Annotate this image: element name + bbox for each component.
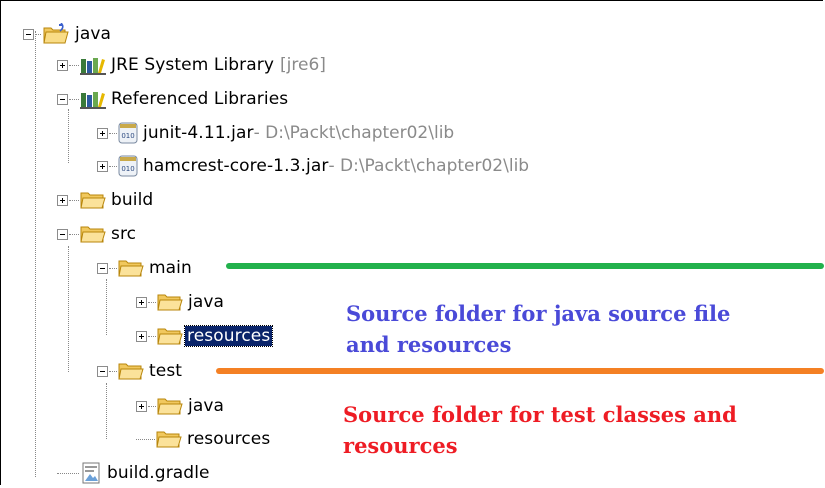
tree-node-project-java[interactable]: java <box>23 19 111 49</box>
tree-guide-line <box>35 31 36 477</box>
tree-connector <box>136 438 155 440</box>
main-source-annotation: Source folder for java source file and r… <box>346 298 730 360</box>
tree-connector <box>69 199 79 201</box>
tree-connector <box>148 405 156 407</box>
node-label: src <box>111 224 137 244</box>
tree-connector <box>109 370 117 372</box>
jre-version-suffix: [jre6] <box>280 55 326 75</box>
tree-connector <box>148 335 156 337</box>
expand-toggle[interactable] <box>97 160 108 172</box>
tree-connector <box>35 33 41 35</box>
annotation-line: resources <box>343 433 458 458</box>
tree-connector <box>109 267 117 269</box>
tree-connector <box>109 165 117 167</box>
jar-path: - D:\Packt\chapter02\lib <box>328 156 530 176</box>
tree-node-referenced-libraries[interactable]: Referenced Libraries <box>57 84 288 114</box>
library-icon <box>80 92 106 109</box>
tree-node-junit-jar[interactable]: 010 junit-4.11.jar - D:\Packt\chapter02\… <box>97 118 454 148</box>
node-label: java <box>188 396 225 416</box>
node-label: Referenced Libraries <box>111 89 289 109</box>
node-label: hamcrest-core-1.3.jar <box>143 156 329 176</box>
gradle-file-icon <box>82 462 100 484</box>
tree-connector <box>148 301 156 303</box>
expand-toggle[interactable] <box>136 296 147 308</box>
jar-icon: 010 <box>118 155 138 177</box>
node-label: java <box>75 24 112 44</box>
jar-path: - D:\Packt\chapter02\lib <box>253 123 455 143</box>
tree-guide-line <box>68 109 69 163</box>
node-label-selected: resources <box>183 325 274 347</box>
expand-toggle[interactable] <box>136 330 147 342</box>
expand-toggle[interactable] <box>57 194 68 206</box>
folder-icon <box>80 192 106 209</box>
tree-connector <box>69 98 79 100</box>
expand-toggle[interactable] <box>57 59 68 71</box>
node-label: main <box>149 258 192 278</box>
tree-node-main-resources[interactable]: resources <box>136 321 274 351</box>
annotation-line: Source folder for java source file <box>346 301 731 326</box>
collapse-toggle[interactable] <box>97 262 108 274</box>
node-label: test <box>149 361 183 381</box>
test-highlight-bar <box>216 368 824 374</box>
folder-icon <box>118 260 144 277</box>
folder-icon <box>157 398 183 415</box>
tree-node-build-gradle[interactable]: build.gradle <box>57 458 210 488</box>
tree-guide-line <box>106 279 107 335</box>
jar-icon: 010 <box>118 122 138 144</box>
tree-connector <box>69 233 79 235</box>
node-label: JRE System Library <box>111 55 275 75</box>
tree-node-build[interactable]: build <box>57 185 153 215</box>
collapse-toggle[interactable] <box>97 365 108 377</box>
test-source-annotation: Source folder for test classes and resou… <box>343 399 737 461</box>
tree-node-main[interactable]: main <box>97 253 192 283</box>
folder-icon <box>157 328 183 345</box>
tree-node-test[interactable]: test <box>97 356 182 386</box>
node-label: resources <box>187 429 271 449</box>
svg-text:010: 010 <box>121 132 134 140</box>
tree-node-jre-system-library[interactable]: JRE System Library [jre6] <box>57 50 326 80</box>
node-label: junit-4.11.jar <box>143 123 254 143</box>
expand-toggle[interactable] <box>136 400 147 412</box>
node-label: build <box>111 190 154 210</box>
collapse-toggle[interactable] <box>57 228 68 240</box>
project-folder-icon <box>43 23 69 44</box>
tree-connector <box>57 472 79 474</box>
tree-node-src[interactable]: src <box>57 219 136 249</box>
tree-node-main-java[interactable]: java <box>136 287 224 317</box>
tree-guide-line <box>68 246 69 372</box>
tree-connector <box>69 64 79 66</box>
tree-node-test-resources[interactable]: resources <box>136 424 270 454</box>
tree-node-hamcrest-jar[interactable]: 010 hamcrest-core-1.3.jar - D:\Packt\cha… <box>97 151 529 181</box>
node-label: build.gradle <box>107 463 210 483</box>
library-icon <box>80 58 106 75</box>
folder-icon <box>80 226 106 243</box>
folder-icon <box>156 431 182 448</box>
project-explorer-tree: java JRE System Library [jre6] Reference… <box>0 0 824 488</box>
tree-connector <box>109 132 117 134</box>
annotation-line: and resources <box>346 332 512 357</box>
annotation-line: Source folder for test classes and <box>343 402 737 427</box>
folder-icon <box>118 363 144 380</box>
tree-guide-line <box>106 383 107 439</box>
svg-text:010: 010 <box>121 165 134 173</box>
collapse-toggle[interactable] <box>57 93 68 105</box>
main-highlight-bar <box>226 263 824 269</box>
collapse-toggle[interactable] <box>23 28 34 40</box>
tree-node-test-java[interactable]: java <box>136 391 224 421</box>
expand-toggle[interactable] <box>97 127 108 139</box>
node-label: java <box>188 292 225 312</box>
folder-icon <box>157 294 183 311</box>
